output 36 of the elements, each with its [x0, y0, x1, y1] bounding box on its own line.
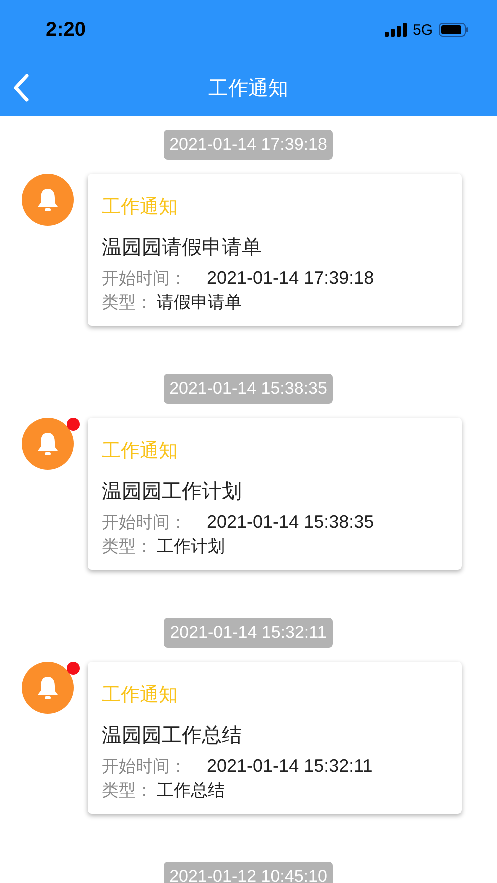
start-time-value: 2021-01-14 15:32:11: [207, 756, 373, 776]
page-title: 工作通知: [208, 74, 288, 102]
start-time-value: 2021-01-14 15:38:35: [207, 512, 374, 532]
bell-icon: [22, 418, 74, 470]
type-value: 工作总结: [157, 781, 225, 801]
type-value: 工作计划: [157, 537, 225, 557]
timestamp-label: 2021-01-14 15:32:11: [164, 618, 333, 648]
network-label: 5G: [412, 22, 433, 38]
back-icon[interactable]: [12, 73, 30, 103]
type-label: 类型：: [102, 781, 153, 801]
notice-title: 温园园工作总结: [102, 722, 243, 749]
status-time: 2:20: [46, 18, 86, 42]
bell-icon: [22, 662, 74, 714]
type-value: 请假申请单: [157, 293, 242, 313]
start-time-value: 2021-01-14 17:39:18: [207, 268, 374, 288]
notice-card[interactable]: 工作通知 温园园工作计划 开始时间： 2021-01-14 15:38:35 类型： 工作计划: [88, 418, 462, 570]
start-time-label: 开始时间：: [102, 513, 187, 533]
notice-title: 温园园工作计划: [102, 478, 243, 505]
start-time-label: 开始时间：: [102, 269, 187, 289]
unread-dot: [67, 662, 80, 675]
timestamp-label: 2021-01-14 17:39:18: [164, 130, 334, 160]
notice-card[interactable]: 工作通知 温园园请假申请单 开始时间： 2021-01-14 17:39:18 类型： 请假申请单: [88, 174, 462, 326]
signal-icon: [384, 23, 407, 37]
timestamp-label: 2021-01-14 15:38:35: [164, 374, 334, 404]
battery-icon: [439, 23, 469, 37]
notice-card[interactable]: 工作通知 温园园工作总结 开始时间： 2021-01-14 15:32:11 类型： 工作总结: [88, 662, 462, 814]
timestamp-label: 2021-01-12 10:45:10: [164, 862, 334, 883]
start-time-label: 开始时间：: [102, 757, 187, 777]
type-label: 类型：: [102, 293, 153, 313]
notice-category: 工作通知: [102, 683, 179, 708]
notice-category: 工作通知: [102, 439, 179, 464]
notice-title: 温园园请假申请单: [102, 234, 263, 261]
bell-icon: [22, 174, 74, 226]
notice-category: 工作通知: [102, 195, 179, 220]
type-label: 类型：: [102, 537, 153, 557]
unread-dot: [67, 418, 80, 431]
